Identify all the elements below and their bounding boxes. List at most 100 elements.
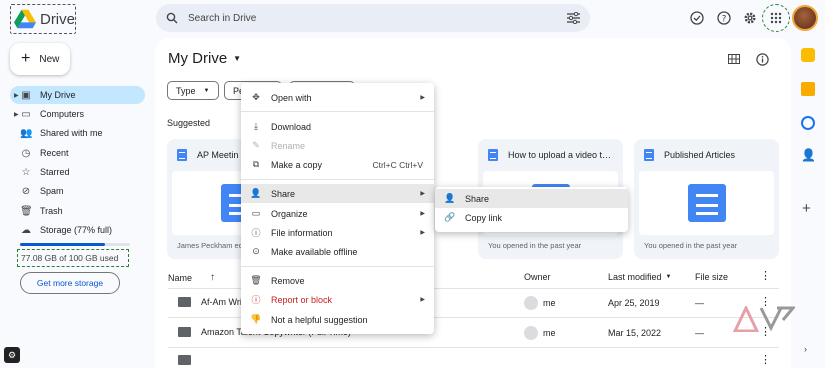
submenu-item-copy-link[interactable]: 🔗 Copy link bbox=[435, 208, 628, 227]
menu-item-label: File information bbox=[271, 227, 333, 238]
owner-name: me bbox=[543, 328, 556, 338]
menu-item-download[interactable]: ⤓ Download bbox=[241, 117, 434, 136]
submenu-item-share[interactable]: 👤 Share bbox=[435, 189, 628, 208]
sidebar-item-starred[interactable]: ☆ Starred bbox=[10, 163, 145, 181]
menu-item-label: Remove bbox=[271, 275, 305, 286]
card-thumbnail bbox=[639, 171, 774, 235]
menu-item-label: Make a copy bbox=[271, 159, 323, 170]
storage-progress-fill bbox=[20, 243, 105, 246]
card-title: Published Articles bbox=[664, 150, 736, 160]
row-name: Af-Am Wri bbox=[201, 297, 242, 307]
sidebar-item-storage[interactable]: ☁ Storage (77% full) bbox=[10, 221, 145, 239]
download-icon: ⤓ bbox=[254, 121, 258, 131]
suggested-heading: Suggested bbox=[167, 118, 211, 128]
sidebar-item-label: My Drive bbox=[40, 90, 76, 100]
keep-addon-icon[interactable] bbox=[801, 82, 815, 96]
menu-divider bbox=[241, 266, 434, 267]
menu-item-label: Make available offline bbox=[271, 246, 358, 257]
table-row[interactable]: Af-Am Wri bbox=[178, 297, 242, 307]
shared-folder-icon bbox=[178, 327, 191, 337]
menu-item-label: Not a helpful suggestion bbox=[271, 314, 368, 325]
menu-item-make-a-copy[interactable]: ⧉ Make a copy Ctrl+C Ctrl+V bbox=[241, 155, 434, 174]
more-options-icon[interactable]: ⋮ bbox=[760, 269, 771, 282]
info-icon[interactable] bbox=[752, 49, 772, 69]
sidebar-item-label: Recent bbox=[40, 148, 69, 158]
menu-item-share[interactable]: 👤 Share ▶ bbox=[241, 184, 434, 203]
sidebar-item-my-drive[interactable]: ▶ ▣ My Drive bbox=[10, 86, 145, 104]
sidebar-item-spam[interactable]: ⊘ Spam bbox=[10, 182, 145, 200]
plus-icon: + bbox=[21, 50, 31, 67]
sort-arrow-up-icon[interactable]: ↑ bbox=[210, 272, 215, 283]
add-addon-plus-icon[interactable]: + bbox=[802, 200, 811, 217]
menu-item-remove[interactable]: 🗑 Remove bbox=[241, 271, 434, 290]
name-column-header[interactable]: Name ↑ bbox=[168, 272, 215, 283]
menu-item-label: Rename bbox=[271, 140, 306, 151]
account-avatar[interactable] bbox=[792, 5, 818, 31]
dropdown-arrow-icon: ▼ bbox=[203, 87, 210, 94]
sidebar-item-shared-with-me[interactable]: 👥 Shared with me bbox=[10, 124, 145, 142]
help-icon[interactable]: ? bbox=[714, 8, 734, 28]
tasks-addon-icon[interactable] bbox=[801, 116, 815, 130]
drive-logo-icon bbox=[14, 9, 36, 29]
contacts-addon-icon[interactable]: 👤 bbox=[801, 148, 816, 162]
doc-icon bbox=[488, 149, 498, 161]
calendar-addon-icon[interactable] bbox=[801, 48, 815, 62]
search-input[interactable] bbox=[188, 12, 567, 24]
menu-item-file-information[interactable]: ⓘ File information ▶ bbox=[241, 223, 434, 242]
last-modified-column-header[interactable]: Last modified ▼ bbox=[608, 272, 671, 282]
offline-status-icon[interactable] bbox=[687, 8, 707, 28]
search-bar[interactable] bbox=[156, 4, 590, 32]
menu-item-open-with[interactable]: ✥ Open with ▶ bbox=[241, 88, 434, 107]
star-icon: ☆ bbox=[21, 166, 31, 178]
row-modified: Mar 15, 2022 bbox=[608, 328, 662, 338]
menu-item-make-available-offline[interactable]: ⊙ Make available offline bbox=[241, 242, 434, 261]
file-size-column-header[interactable]: File size bbox=[695, 272, 728, 282]
sidebar-item-label: Starred bbox=[40, 167, 70, 177]
row-divider bbox=[168, 347, 779, 348]
filter-options-icon[interactable] bbox=[567, 12, 580, 24]
info-icon: ⓘ bbox=[251, 228, 261, 238]
sidebar-item-label: Spam bbox=[40, 186, 64, 196]
chevron-down-icon: ▼ bbox=[233, 54, 242, 63]
submenu-item-label: Copy link bbox=[465, 212, 503, 223]
spam-icon: ⊘ bbox=[21, 185, 31, 197]
owner-name: me bbox=[543, 298, 556, 308]
row-size: — bbox=[695, 298, 704, 308]
submenu-item-label: Share bbox=[465, 193, 490, 204]
type-filter-chip[interactable]: Type ▼ bbox=[167, 81, 219, 100]
expand-panel-chevron-icon[interactable]: › bbox=[804, 344, 807, 354]
menu-item-report-or-block[interactable]: ⓘ Report or block ▶ bbox=[241, 290, 434, 309]
copy-icon: ⧉ bbox=[252, 159, 260, 169]
suggested-card[interactable]: Published Articles You opened in the pas… bbox=[634, 139, 779, 259]
new-button[interactable]: + New bbox=[10, 43, 70, 75]
table-row[interactable] bbox=[178, 355, 201, 365]
menu-item-label: Share bbox=[271, 188, 296, 199]
grid-view-icon[interactable] bbox=[724, 49, 744, 69]
storage-used-text: 77.08 GB of 100 GB used bbox=[17, 249, 129, 267]
menu-item-not-a-helpful-suggestion[interactable]: 👎 Not a helpful suggestion bbox=[241, 310, 434, 329]
owner-avatar bbox=[524, 326, 538, 340]
sidebar-item-recent[interactable]: ◷ Recent bbox=[10, 144, 145, 162]
expand-caret-icon[interactable]: ▶ bbox=[14, 92, 19, 99]
page-title[interactable]: My Drive ▼ bbox=[168, 50, 241, 67]
new-button-label: New bbox=[39, 53, 60, 65]
apps-grid-icon[interactable] bbox=[766, 8, 786, 28]
row-owner: me bbox=[524, 296, 556, 310]
submenu-arrow-icon: ▶ bbox=[420, 297, 425, 303]
clock-icon: ◷ bbox=[21, 147, 31, 159]
menu-item-organize[interactable]: ▭ Organize ▶ bbox=[241, 204, 434, 223]
owner-column-header[interactable]: Owner bbox=[524, 272, 551, 282]
expand-caret-icon[interactable]: ▶ bbox=[14, 111, 19, 118]
sidebar-item-label: Trash bbox=[40, 206, 63, 216]
sidebar-item-computers[interactable]: ▶ ▭ Computers bbox=[10, 105, 145, 123]
menu-item-label: Organize bbox=[271, 208, 308, 219]
get-more-storage-button[interactable]: Get more storage bbox=[20, 272, 120, 294]
drive-logo[interactable]: Drive bbox=[10, 4, 76, 34]
row-more-icon[interactable]: ⋮ bbox=[760, 353, 771, 366]
sidebar-item-trash[interactable]: 🗑 Trash bbox=[10, 202, 145, 220]
settings-gear-icon[interactable] bbox=[740, 8, 760, 28]
rename-icon: ✎ bbox=[252, 140, 260, 150]
search-icon[interactable] bbox=[166, 12, 178, 24]
people-icon: 👥 bbox=[20, 127, 33, 139]
extension-badge-icon[interactable]: ⚙ bbox=[4, 347, 20, 363]
